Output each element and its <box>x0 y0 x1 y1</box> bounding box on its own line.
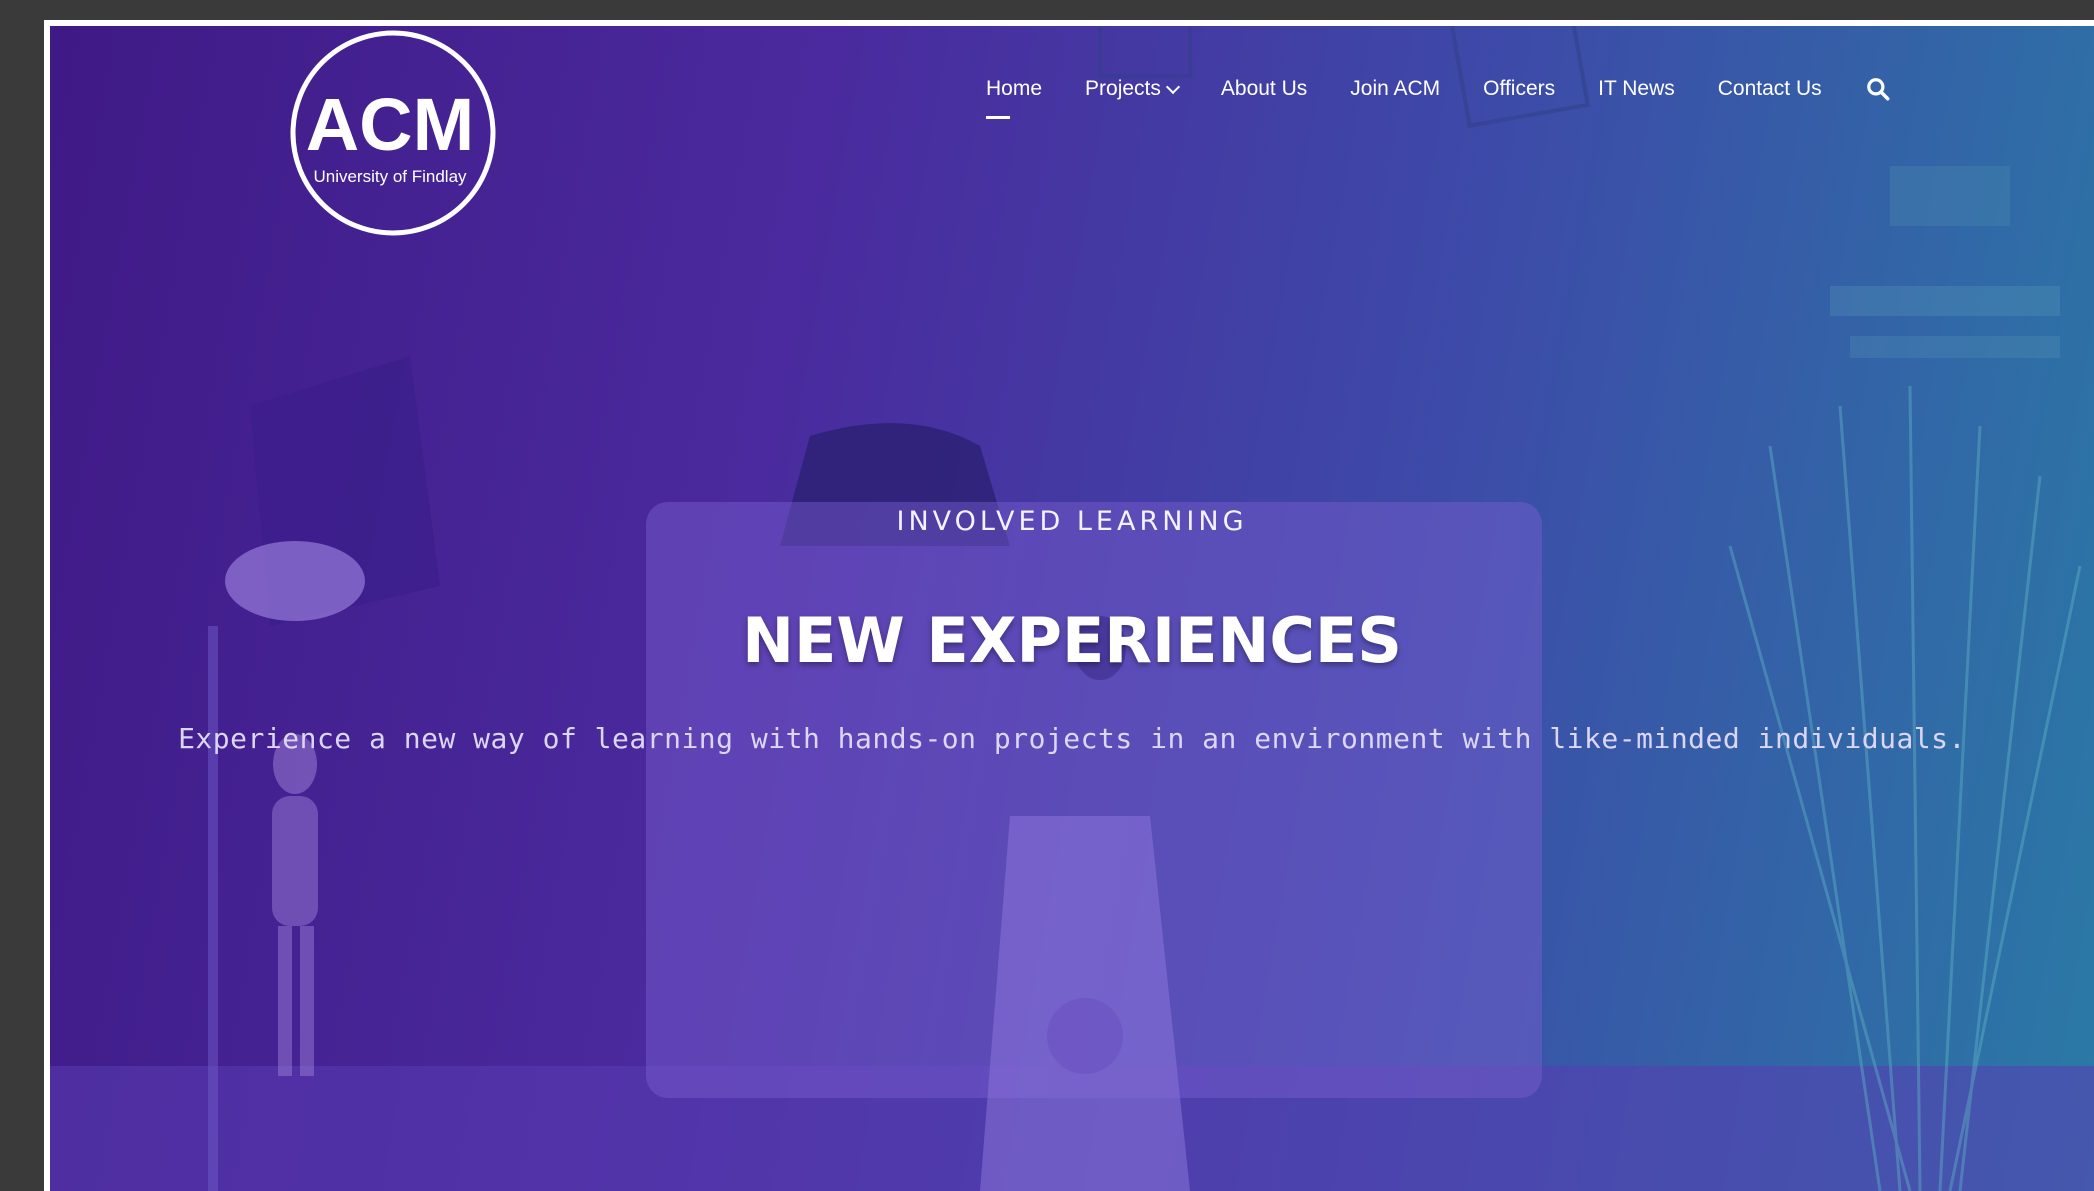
nav-it-news[interactable]: IT News <box>1598 77 1675 101</box>
acm-logo[interactable]: ACM University of Findlay <box>288 28 498 238</box>
nav-home-label: Home <box>986 77 1043 100</box>
chevron-down-icon <box>1165 79 1180 94</box>
hero-subtext: Experience a new way of learning with ha… <box>178 722 1966 755</box>
main-nav: Home Projects About Us Join ACM Officers… <box>986 76 1891 119</box>
logo-text: ACM <box>306 83 475 166</box>
nav-about-label: About Us <box>1220 77 1308 100</box>
nav-home[interactable]: Home <box>986 77 1043 119</box>
nav-join-acm[interactable]: Join ACM <box>1350 77 1440 101</box>
nav-contact-label: Contact Us <box>1717 77 1822 100</box>
nav-about-us[interactable]: About Us <box>1221 77 1307 101</box>
nav-projects-label: Projects <box>1085 77 1161 100</box>
nav-officers-label: Officers <box>1483 77 1556 100</box>
search-icon[interactable] <box>1865 76 1891 102</box>
hero-section: ACM University of Findlay Home Projects … <box>50 26 2094 1191</box>
hero-kicker: INVOLVED LEARNING <box>896 506 1248 537</box>
nav-join-label: Join ACM <box>1350 77 1441 100</box>
nav-it-news-label: IT News <box>1598 77 1675 100</box>
hero-headline: NEW EXPERIENCES <box>742 604 1402 677</box>
nav-officers[interactable]: Officers <box>1483 77 1555 101</box>
nav-projects[interactable]: Projects <box>1085 77 1180 101</box>
nav-contact-us[interactable]: Contact Us <box>1718 77 1822 101</box>
logo-subtext: University of Findlay <box>313 167 467 186</box>
